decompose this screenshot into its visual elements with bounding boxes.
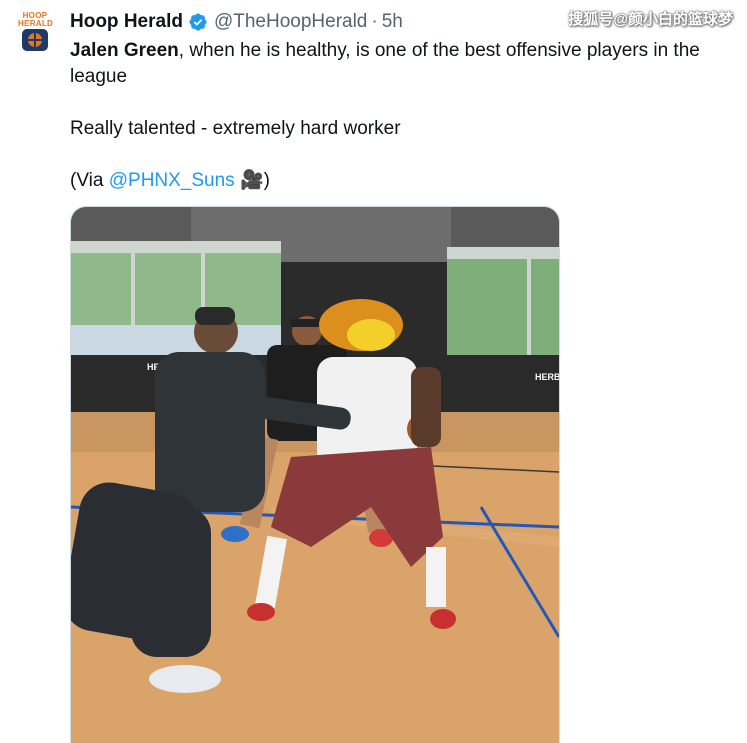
tweet-text: Jalen Green, when he is healthy, is one … [70, 38, 730, 194]
basketball-icon [22, 29, 48, 51]
tweet-line-2: Really talented - extremely hard worker [70, 118, 401, 139]
tweet-timestamp[interactable]: 5h [382, 11, 403, 33]
wall-sign-right: HERB [535, 372, 559, 382]
author-avatar[interactable]: HOOP HERALD [18, 11, 54, 52]
watermark: 搜狐号@颜小白的篮球梦 [568, 11, 733, 28]
author-handle[interactable]: @TheHoopHerald [214, 11, 367, 33]
mention-link[interactable]: @PHNX_Suns [109, 170, 235, 191]
author-name[interactable]: Hoop Herald [70, 11, 183, 33]
video-frame: HERBA HERB [71, 207, 559, 743]
verified-badge-icon [188, 12, 208, 32]
tweet-video[interactable]: HERBA HERB [70, 206, 560, 743]
tweet-line-3: (Via @PHNX_Suns 🎥) [70, 170, 270, 191]
logo-wordmark: HOOP HERALD [18, 11, 54, 28]
tweet-line-1: Jalen Green, when he is healthy, is one … [70, 40, 700, 87]
separator-dot: · [371, 11, 378, 32]
player-name: Jalen Green [70, 40, 179, 61]
tweet-header: Hoop Herald @TheHoopHerald · 5h [70, 9, 403, 35]
